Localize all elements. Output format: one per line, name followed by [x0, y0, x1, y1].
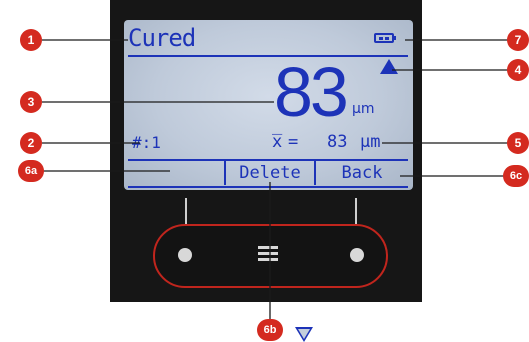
callout-5: 5	[507, 132, 529, 154]
callout-1: 1	[20, 29, 42, 51]
callout-2: 2	[20, 132, 42, 154]
callout-6a: 6a	[18, 160, 44, 182]
callout-6b: 6b	[257, 319, 283, 341]
callout-4: 4	[507, 59, 529, 81]
callout-6c: 6c	[503, 165, 529, 187]
callout-7: 7	[507, 29, 529, 51]
callout-leader-lines	[42, 39, 508, 325]
callout-3: 3	[20, 91, 42, 113]
